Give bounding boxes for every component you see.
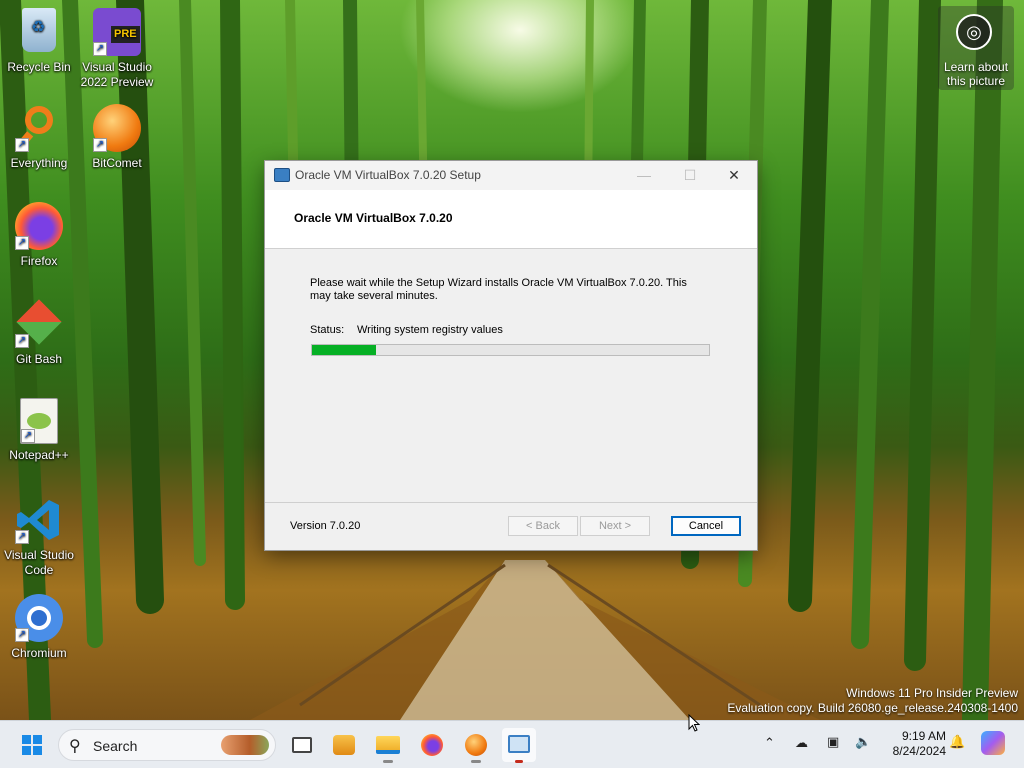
bitcomet-icon: ↗ bbox=[93, 104, 141, 152]
shortcut-arrow-icon: ↗ bbox=[93, 42, 107, 56]
taskbar-app-button[interactable] bbox=[327, 728, 361, 762]
desktop-icon-git-bash[interactable]: ↗ Git Bash bbox=[0, 299, 78, 367]
footer-divider bbox=[265, 502, 757, 503]
firefox-icon bbox=[421, 734, 443, 756]
desktop-icon-label: Everything bbox=[10, 156, 68, 170]
desktop-icon-label: Chromium bbox=[11, 646, 67, 660]
desktop-icon-recycle-bin[interactable]: ♻ Recycle Bin bbox=[0, 8, 78, 75]
file-explorer-icon bbox=[376, 736, 400, 754]
app-icon bbox=[333, 735, 355, 755]
running-indicator bbox=[471, 760, 481, 763]
desktop-icon-everything[interactable]: ↗ Everything bbox=[0, 104, 78, 171]
shortcut-arrow-icon: ↗ bbox=[15, 138, 29, 152]
task-view-button[interactable] bbox=[285, 728, 319, 762]
shortcut-arrow-icon: ↗ bbox=[15, 628, 29, 642]
virtualbox-setup-dialog: Oracle VM VirtualBox 7.0.20 Setup — ☐ ✕ … bbox=[265, 161, 757, 550]
install-message: Please wait while the Setup Wizard insta… bbox=[310, 277, 687, 302]
show-hidden-icons-chevron-up-icon[interactable]: ⌃ bbox=[764, 735, 775, 783]
virtualbox-installer-icon bbox=[274, 168, 290, 182]
shortcut-arrow-icon: ↗ bbox=[21, 429, 35, 443]
windows-watermark: Windows 11 Pro Insider Preview Evaluatio… bbox=[727, 686, 1018, 716]
desktop-icon-label: Firefox bbox=[20, 254, 58, 268]
header-title: Oracle VM VirtualBox 7.0.20 bbox=[294, 211, 453, 225]
volume-muted-icon[interactable]: 🔈 bbox=[855, 734, 871, 782]
desktop-icon-label: Notepad++ bbox=[9, 448, 69, 462]
close-button[interactable]: ✕ bbox=[711, 161, 757, 190]
taskbar-search-box[interactable]: ⚲ Search bbox=[58, 729, 276, 761]
taskbar: ⚲ Search ⌃ ☁ ▣ 🔈 9:19 AM 8/24/2024 🔔 bbox=[0, 720, 1024, 768]
network-icon[interactable]: ▣ bbox=[827, 734, 839, 782]
desktop-icon-label: Recycle Bin bbox=[7, 60, 71, 74]
search-placeholder: Search bbox=[93, 738, 138, 754]
status-label: Status: bbox=[310, 324, 345, 336]
status-value: Writing system registry values bbox=[357, 324, 503, 336]
dialog-titlebar[interactable]: Oracle VM VirtualBox 7.0.20 Setup — ☐ ✕ bbox=[265, 161, 757, 190]
dialog-title: Oracle VM VirtualBox 7.0.20 Setup bbox=[295, 168, 481, 182]
desktop-icon-label: BitComet bbox=[92, 156, 142, 170]
version-label: Version 7.0.20 bbox=[290, 520, 361, 532]
cancel-button[interactable]: Cancel bbox=[671, 516, 741, 536]
bitcomet-taskbar-button[interactable] bbox=[459, 728, 493, 763]
desktop-icon-label: Git Bash bbox=[15, 352, 63, 366]
search-highlight-image bbox=[221, 735, 269, 755]
virtualbox-installer-taskbar-button[interactable] bbox=[502, 728, 536, 763]
recycle-bin-icon: ♻ bbox=[22, 8, 56, 52]
git-bash-icon: ↗ bbox=[15, 299, 63, 348]
desktop-icon-firefox[interactable]: ↗ Firefox bbox=[0, 202, 78, 269]
desktop-icon-label: Visual Studio Code bbox=[4, 548, 74, 577]
running-indicator bbox=[383, 760, 393, 763]
notification-bell-icon[interactable]: 🔔 bbox=[949, 734, 965, 782]
search-icon: ⚲ bbox=[69, 738, 81, 755]
start-icon bbox=[22, 735, 42, 755]
clock-time: 9:19 AM bbox=[901, 729, 946, 743]
attention-indicator bbox=[515, 760, 523, 763]
watermark-line-1: Windows 11 Pro Insider Preview bbox=[846, 686, 1018, 700]
copilot-icon[interactable] bbox=[981, 731, 1005, 755]
shortcut-arrow-icon: ↗ bbox=[15, 334, 29, 348]
learn-about-label: Learn about this picture bbox=[943, 60, 1009, 88]
shortcut-arrow-icon: ↗ bbox=[15, 236, 29, 250]
notepad-plus-plus-icon: ↗ bbox=[20, 398, 58, 444]
install-progress-bar bbox=[311, 344, 710, 356]
desktop-icon-bitcomet[interactable]: ↗ BitComet bbox=[78, 104, 156, 171]
onedrive-offline-icon[interactable]: ☁ bbox=[795, 735, 808, 783]
maximize-button[interactable]: ☐ bbox=[667, 161, 713, 190]
shortcut-arrow-icon: ↗ bbox=[15, 530, 29, 544]
file-explorer-button[interactable] bbox=[371, 728, 405, 763]
shortcut-arrow-icon: ↗ bbox=[93, 138, 107, 152]
start-button[interactable] bbox=[15, 728, 49, 762]
taskbar-clock[interactable]: 9:19 AM 8/24/2024 bbox=[880, 729, 946, 759]
desktop-icon-vscode[interactable]: ↗ Visual Studio Code bbox=[0, 496, 78, 578]
mouse-cursor-icon bbox=[688, 714, 700, 732]
clock-date: 8/24/2024 bbox=[892, 744, 946, 758]
minimize-button[interactable]: — bbox=[621, 161, 667, 190]
firefox-taskbar-button[interactable] bbox=[415, 728, 449, 762]
desktop-icon-chromium[interactable]: ↗ Chromium bbox=[0, 594, 78, 661]
everything-search-icon: ↗ bbox=[15, 104, 63, 152]
bitcomet-icon bbox=[465, 734, 487, 756]
learn-about-picture-button[interactable]: ◎ Learn about this picture bbox=[938, 6, 1014, 90]
back-button[interactable]: < Back bbox=[508, 516, 578, 536]
dialog-header: Oracle VM VirtualBox 7.0.20 bbox=[265, 190, 757, 249]
desktop-icon-visual-studio-preview[interactable]: PRE ↗ Visual Studio 2022 Preview bbox=[78, 8, 156, 90]
task-view-icon bbox=[292, 737, 312, 753]
vscode-icon: ↗ bbox=[15, 496, 63, 544]
watermark-line-2: Evaluation copy. Build 26080.ge_release.… bbox=[727, 701, 1018, 715]
desktop-icon-label: Visual Studio 2022 Preview bbox=[80, 60, 154, 89]
firefox-icon: ↗ bbox=[15, 202, 63, 250]
virtualbox-installer-icon bbox=[508, 735, 530, 753]
pre-badge: PRE bbox=[111, 26, 140, 43]
progress-fill bbox=[312, 345, 376, 355]
chromium-icon: ↗ bbox=[15, 594, 63, 642]
next-button[interactable]: Next > bbox=[580, 516, 650, 536]
desktop-icon-notepad-plus-plus[interactable]: ↗ Notepad++ bbox=[0, 398, 78, 463]
camera-info-icon: ◎ bbox=[956, 14, 992, 50]
visual-studio-preview-icon: PRE ↗ bbox=[93, 8, 141, 56]
